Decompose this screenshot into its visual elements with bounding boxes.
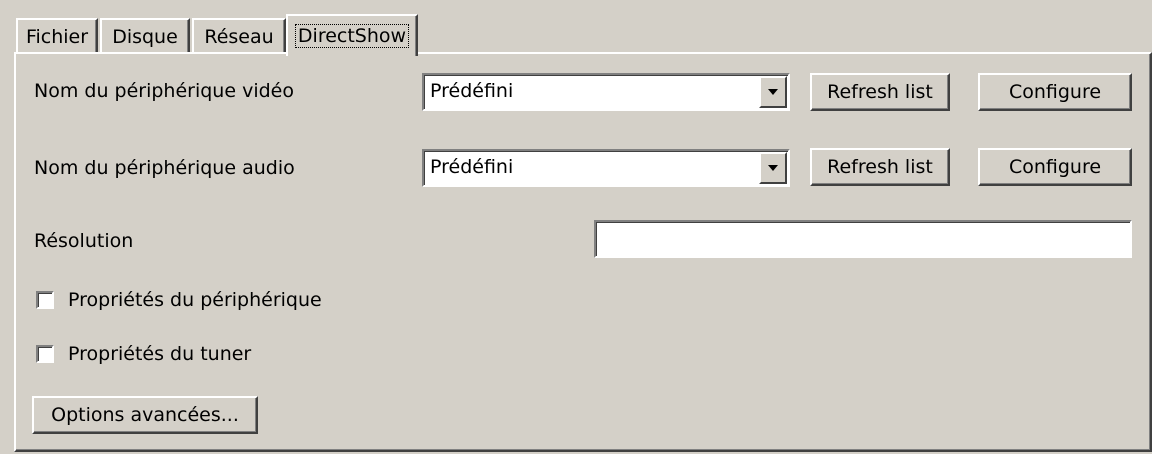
tab-label: Fichier	[25, 26, 89, 48]
advanced-options-label: Options avancées...	[51, 404, 239, 426]
audio-refresh-label: Refresh list	[827, 156, 933, 178]
directshow-panel: Nom du périphérique vidéo Prédéfini Refr…	[14, 52, 1152, 452]
chevron-down-icon[interactable]	[759, 152, 787, 184]
device-properties-label: Propriétés du périphérique	[68, 289, 322, 311]
tab-disque[interactable]: Disque	[100, 18, 190, 54]
tab-reseau[interactable]: Réseau	[192, 18, 286, 54]
tab-fichier[interactable]: Fichier	[16, 18, 98, 54]
audio-device-select[interactable]: Prédéfini	[422, 149, 790, 187]
audio-refresh-button[interactable]: Refresh list	[810, 148, 950, 186]
tuner-properties-label: Propriétés du tuner	[68, 343, 252, 365]
audio-device-label: Nom du périphérique audio	[34, 157, 295, 179]
tuner-properties-checkbox[interactable]	[36, 345, 54, 363]
tab-directshow[interactable]: DirectShow	[286, 14, 418, 56]
tab-label: Réseau	[204, 26, 274, 48]
audio-configure-button[interactable]: Configure	[978, 148, 1132, 186]
advanced-options-button[interactable]: Options avancées...	[32, 396, 258, 434]
tab-label: DirectShow	[294, 24, 410, 48]
video-configure-label: Configure	[1008, 81, 1102, 103]
video-refresh-label: Refresh list	[827, 81, 933, 103]
device-properties-checkbox[interactable]	[36, 291, 54, 309]
resolution-label: Résolution	[34, 230, 134, 252]
resolution-input[interactable]	[594, 220, 1132, 258]
video-device-value: Prédéfini	[430, 80, 514, 102]
audio-configure-label: Configure	[1008, 156, 1102, 178]
video-device-label: Nom du périphérique vidéo	[34, 80, 294, 102]
chevron-down-icon[interactable]	[759, 76, 787, 108]
video-refresh-button[interactable]: Refresh list	[810, 73, 950, 111]
video-device-select[interactable]: Prédéfini	[422, 73, 790, 111]
tab-label: Disque	[112, 26, 178, 48]
audio-device-value: Prédéfini	[430, 156, 514, 178]
video-configure-button[interactable]: Configure	[978, 73, 1132, 111]
